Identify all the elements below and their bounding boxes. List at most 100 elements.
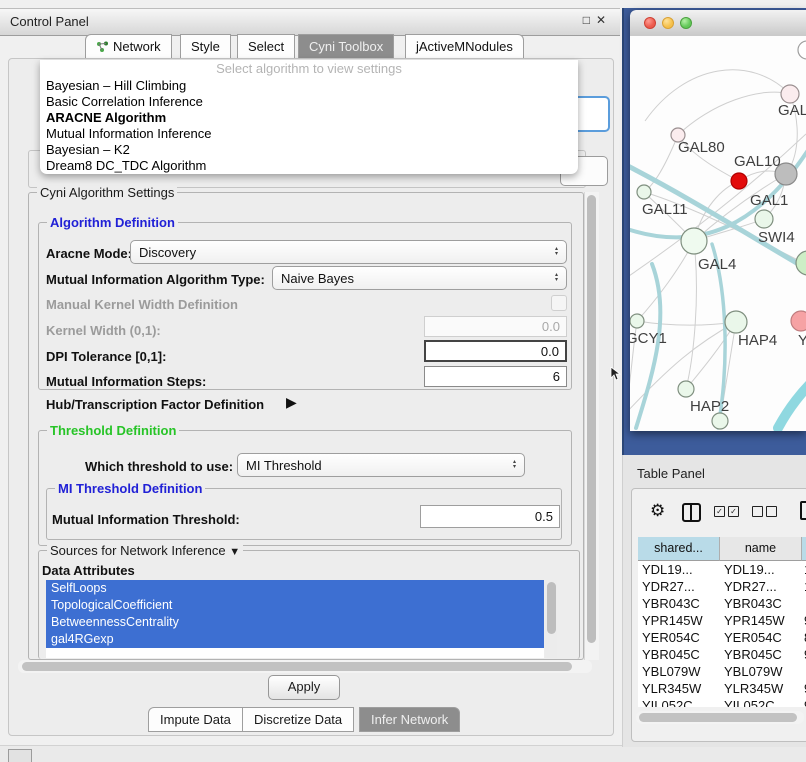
table-cell[interactable]: YIL052C: [642, 698, 693, 707]
table-cell[interactable]: YER054C: [642, 630, 700, 645]
tab-impute-data[interactable]: Impute Data: [148, 707, 243, 732]
partial-button[interactable]: [8, 749, 32, 762]
node-label-hap4[interactable]: HAP4: [738, 332, 777, 349]
table-panel-title: Table Panel: [637, 466, 705, 481]
dpi-tolerance-field[interactable]: 0.0: [424, 340, 567, 362]
algorithm-option[interactable]: Mutual Information Inference: [40, 126, 578, 142]
tab-impute-data-label: Impute Data: [160, 712, 231, 727]
mi-threshold-field[interactable]: 0.5: [420, 505, 560, 528]
dpi-tolerance-label: DPI Tolerance [0,1]:: [46, 349, 166, 364]
control-panel-title: Control Panel: [10, 14, 89, 29]
table-cell[interactable]: YDR27...: [642, 579, 695, 594]
tab-style-label: Style: [191, 39, 220, 54]
table-cell[interactable]: YLR345W: [642, 681, 701, 696]
tab-jactivemnodules[interactable]: jActiveMNodules: [405, 34, 524, 59]
aracne-mode-value: Discovery: [139, 245, 555, 260]
node-label-gal4[interactable]: GAL4: [698, 256, 736, 273]
column-header-partial[interactable]: A: [802, 537, 806, 561]
table-cell[interactable]: YDL19...: [642, 562, 693, 577]
kernel-width-label: Kernel Width (0,1):: [46, 323, 161, 338]
table-cell[interactable]: YBR043C: [642, 596, 700, 611]
table-cell[interactable]: YPR145W: [642, 613, 703, 628]
node-label-gal11[interactable]: GAL11: [642, 201, 688, 218]
bottom-strip: [0, 745, 806, 762]
tab-cyni-toolbox-label: Cyni Toolbox: [309, 39, 383, 54]
algorithm-option[interactable]: Bayesian – Hill Climbing: [40, 78, 578, 94]
aracne-mode-combo[interactable]: Discovery ▴▾: [130, 240, 567, 264]
kernel-width-field[interactable]: 0.0: [424, 316, 567, 337]
table-cell[interactable]: YBR045C: [642, 647, 700, 662]
tab-infer-network[interactable]: Infer Network: [359, 707, 460, 732]
algorithm-option[interactable]: Dream8 DC_TDC Algorithm: [40, 158, 578, 174]
table-cell[interactable]: YBL079W: [642, 664, 701, 679]
node-label-y-partial[interactable]: Y: [798, 332, 806, 349]
table-cell[interactable]: YDR27...: [724, 579, 777, 594]
tab-style[interactable]: Style: [180, 34, 231, 59]
attribute-item[interactable]: SelfLoops: [46, 580, 544, 597]
tab-discretize-data[interactable]: Discretize Data: [242, 707, 354, 732]
node-label-gal10[interactable]: GAL10: [734, 153, 781, 170]
table-cell[interactable]: YIL052C: [724, 698, 775, 707]
expand-right-icon[interactable]: ▶: [286, 394, 297, 411]
close-panel-icon[interactable]: ✕: [596, 13, 612, 27]
combo-spinner-icon: ▴▾: [555, 247, 558, 257]
table-cell[interactable]: YBL079W: [724, 664, 783, 679]
cyni-algorithm-settings-title: Cyni Algorithm Settings: [37, 185, 177, 200]
algorithm-option-selected[interactable]: ARACNE Algorithm: [40, 110, 578, 126]
aracne-mode-label: Aracne Mode:: [46, 246, 132, 261]
table-cell[interactable]: YBR043C: [724, 596, 782, 611]
apply-button[interactable]: Apply: [268, 675, 340, 700]
node-label-hap2[interactable]: HAP2: [690, 398, 729, 415]
mi-algorithm-type-combo[interactable]: Naive Bayes ▴▾: [272, 266, 567, 290]
table-cell[interactable]: YLR345W: [724, 681, 783, 696]
node-label-gcy1[interactable]: GCY1: [630, 330, 667, 347]
column-header-shared-name[interactable]: shared...: [638, 537, 720, 561]
manual-kernel-width-checkbox[interactable]: [551, 295, 567, 311]
settings-horizontal-scrollbar[interactable]: [18, 660, 592, 673]
minimize-traffic-light-icon[interactable]: [662, 17, 674, 29]
partial-page-icon[interactable]: [800, 501, 806, 520]
table-cell[interactable]: YDL19...: [724, 562, 775, 577]
tab-cyni-toolbox[interactable]: Cyni Toolbox: [298, 34, 394, 59]
algorithm-option[interactable]: Bayesian – K2: [40, 142, 578, 158]
tab-select[interactable]: Select: [237, 34, 295, 59]
algorithm-option[interactable]: Basic Correlation Inference: [40, 94, 578, 110]
which-threshold-combo[interactable]: MI Threshold ▴▾: [237, 453, 525, 477]
close-traffic-light-icon[interactable]: [644, 17, 656, 29]
column-layout-icon[interactable]: [682, 503, 701, 522]
attribute-item[interactable]: BetweennessCentrality: [46, 614, 544, 631]
node-label-swi4[interactable]: SWI4: [758, 229, 795, 246]
attribute-item[interactable]: gal4RGexp: [46, 631, 544, 648]
column-header-name[interactable]: name: [720, 537, 802, 561]
table-cell[interactable]: YPR145W: [724, 613, 785, 628]
table-panel: Table Panel ⚙ ✓ ✓ shared... name A YDL19…: [622, 455, 806, 747]
collapse-down-icon[interactable]: ▼: [229, 546, 240, 558]
tab-discretize-data-label: Discretize Data: [254, 712, 342, 727]
manual-kernel-width-label: Manual Kernel Width Definition: [46, 297, 238, 312]
table-settings-gear-icon[interactable]: ⚙: [650, 501, 665, 521]
table-cell[interactable]: YBR045C: [724, 647, 782, 662]
which-threshold-value: MI Threshold: [246, 458, 513, 473]
unchecked-box-icon[interactable]: [766, 506, 777, 517]
tab-jactivemnodules-label: jActiveMNodules: [416, 39, 513, 54]
attributes-scrollbar[interactable]: [545, 580, 557, 658]
table-horizontal-scrollbar[interactable]: [636, 711, 804, 724]
float-window-icon[interactable]: □: [583, 13, 596, 27]
hub-tf-definition-label: Hub/Transcription Factor Definition: [46, 397, 264, 412]
checked-box-icon[interactable]: ✓: [714, 506, 725, 517]
node-label-gal-partial[interactable]: GAL: [778, 102, 806, 119]
tab-network[interactable]: Network: [85, 34, 172, 59]
network-canvas[interactable]: GAL GAL80 GAL10 GAL1 GAL11 SWI4 GAL4 GCY…: [630, 36, 806, 431]
checked-box-icon[interactable]: ✓: [728, 506, 739, 517]
zoom-traffic-light-icon[interactable]: [680, 17, 692, 29]
node-label-gal1[interactable]: GAL1: [750, 192, 788, 209]
node-label-gal80[interactable]: GAL80: [678, 139, 725, 156]
settings-vertical-scrollbar[interactable]: [584, 192, 599, 660]
attribute-item[interactable]: TopologicalCoefficient: [46, 597, 544, 614]
algorithm-definition-title: Algorithm Definition: [47, 215, 178, 230]
unchecked-box-icon[interactable]: [752, 506, 763, 517]
control-panel-titlebar: Control Panel □✕: [0, 8, 620, 36]
network-window: GAL GAL80 GAL10 GAL1 GAL11 SWI4 GAL4 GCY…: [630, 10, 806, 431]
mi-steps-field[interactable]: 6: [424, 366, 567, 387]
table-cell[interactable]: YER054C: [724, 630, 782, 645]
